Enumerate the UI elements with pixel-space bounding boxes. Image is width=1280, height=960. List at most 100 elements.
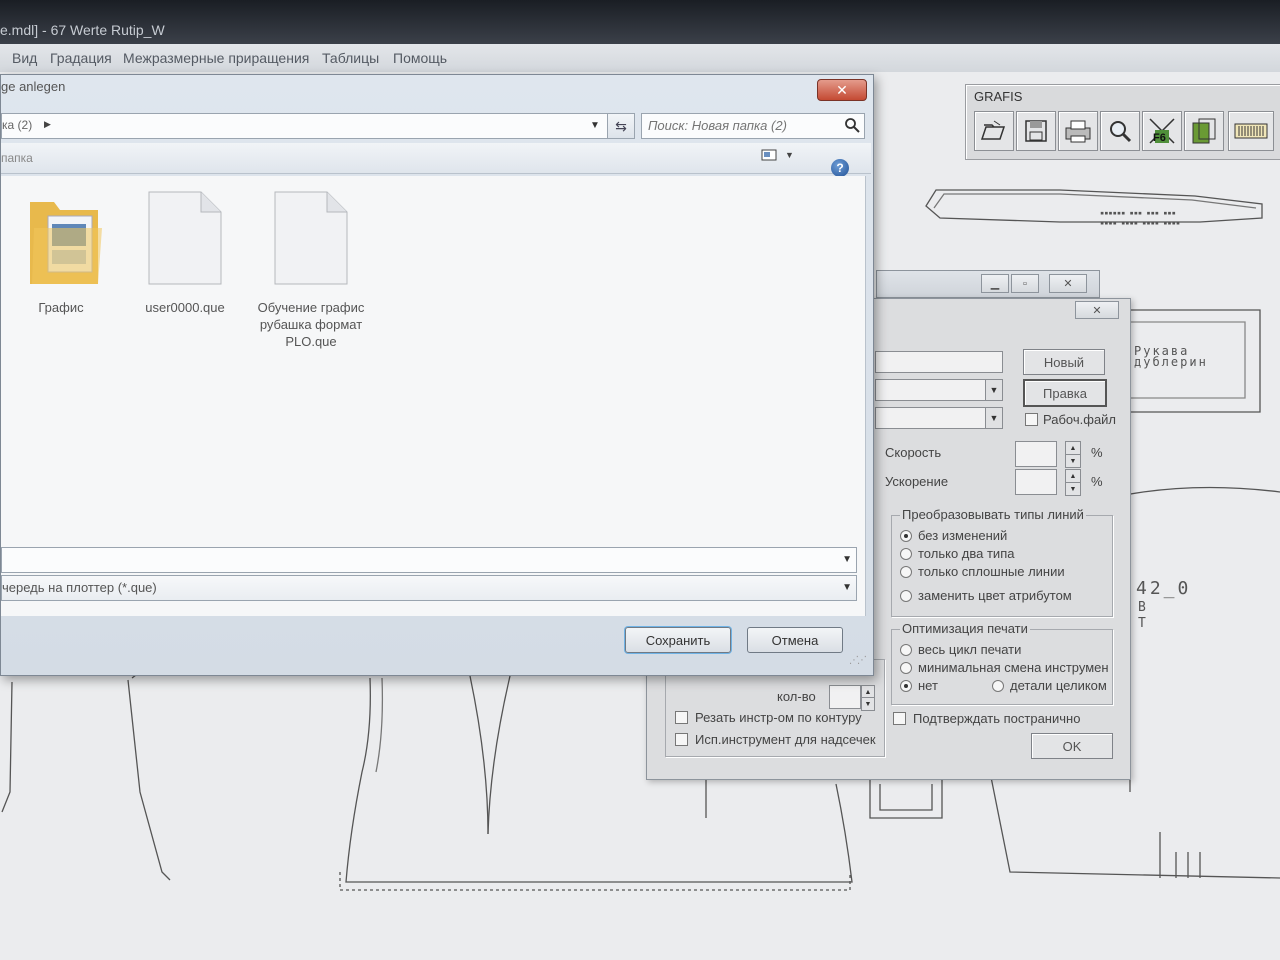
confirm-pages-checkbox[interactable] xyxy=(893,712,906,725)
accel-percent: % xyxy=(1091,474,1103,489)
count-input[interactable] xyxy=(829,685,861,709)
optimization-title: Оптимизация печати xyxy=(900,621,1030,636)
filename-input[interactable]: ▼ xyxy=(1,547,857,573)
minimize-button[interactable]: ▁ xyxy=(981,274,1009,293)
f6-label: F6 xyxy=(1153,132,1166,144)
optimization-option: минимальная смена инструмента xyxy=(918,660,1108,675)
cancel-button[interactable]: Отмена xyxy=(747,627,843,653)
work-file-checkbox[interactable] xyxy=(1025,413,1038,426)
radio-whole-parts[interactable] xyxy=(992,680,1004,692)
work-file-label: Рабоч.файл xyxy=(1043,412,1117,427)
chevron-down-icon: ▼ xyxy=(985,408,1002,428)
speed-percent: % xyxy=(1091,445,1103,460)
radio-no-change[interactable] xyxy=(900,530,912,542)
maximize-button[interactable]: ▫ xyxy=(1011,274,1039,293)
radio-full-cycle[interactable] xyxy=(900,644,912,656)
file-name: Обучение графис рубашка формат PLO.que xyxy=(257,300,365,349)
ok-button[interactable]: OK xyxy=(1031,733,1113,759)
chevron-down-icon: ▼ xyxy=(985,380,1002,400)
grafis-toolbar-title: GRAFIS xyxy=(974,89,1023,104)
plot-dialog-close-button[interactable]: ✕ xyxy=(1075,301,1119,319)
radio-min-tool-change[interactable] xyxy=(900,662,912,674)
radio-color-attribute[interactable] xyxy=(900,590,912,602)
barcode-tool-button[interactable] xyxy=(1228,111,1274,151)
filetype-value: чередь на плоттер (*.que) xyxy=(2,580,157,595)
confirm-pages-label: Подтверждать постранично xyxy=(913,711,1081,726)
menu-item-increments[interactable]: Межразмерные приращения xyxy=(123,50,309,66)
chevron-down-icon[interactable]: ▼ xyxy=(590,120,600,131)
accel-down-button[interactable]: ▼ xyxy=(1065,482,1081,496)
speed-label: Скорость xyxy=(885,445,942,460)
print-tool-button[interactable] xyxy=(1058,111,1098,151)
speed-up-button[interactable]: ▲ xyxy=(1065,441,1081,455)
radio-none[interactable] xyxy=(900,680,912,692)
svg-text:▪▪▪▪▪▪ ▪▪▪ ▪▪▪ ▪▪▪: ▪▪▪▪▪▪ ▪▪▪ ▪▪▪ ▪▪▪ xyxy=(1100,209,1176,217)
accel-input[interactable] xyxy=(1015,469,1057,495)
accel-label: Ускорение xyxy=(885,474,949,489)
close-button[interactable]: ✕ xyxy=(817,79,867,101)
speed-down-button[interactable]: ▼ xyxy=(1065,454,1081,468)
help-icon[interactable]: ? xyxy=(831,159,849,177)
menu-item-view[interactable]: Вид xyxy=(12,50,37,66)
fit-tool-button[interactable]: F6 xyxy=(1142,111,1182,151)
print-icon xyxy=(1065,120,1091,143)
count-down-button[interactable]: ▼ xyxy=(861,697,875,711)
save-file-dialog: ge anlegen ✕ ка (2) ▶ ▼ ⇆ папка ▼ ? Граф… xyxy=(0,74,874,676)
line-type-option: только два типа xyxy=(918,546,1015,561)
menu-item-help[interactable]: Помощь xyxy=(393,50,447,66)
optimization-group: Оптимизация печати весь цикл печати мини… xyxy=(891,621,1113,705)
layers-tool-button[interactable] xyxy=(1184,111,1224,151)
chevron-down-icon[interactable]: ▼ xyxy=(842,582,852,593)
file-item-training[interactable]: Обучение графис рубашка формат PLO.que xyxy=(249,188,373,350)
cut-contour-checkbox[interactable] xyxy=(675,711,688,724)
notch-tool-checkbox[interactable] xyxy=(675,733,688,746)
file-item-user0000[interactable]: user0000.que xyxy=(125,188,245,316)
chevron-down-icon[interactable]: ▼ xyxy=(842,554,852,565)
plot-window-close-button[interactable]: ✕ xyxy=(1049,274,1087,293)
view-icon xyxy=(761,149,777,161)
edit-button[interactable]: Правка xyxy=(1023,379,1107,407)
open-icon xyxy=(980,120,1006,140)
dialog-toolbar: папка ▼ xyxy=(1,143,871,174)
optimization-option: нет xyxy=(918,678,938,693)
layers-icon xyxy=(1192,118,1216,144)
barcode-icon xyxy=(1234,123,1268,139)
save-tool-button[interactable] xyxy=(1016,111,1056,151)
resize-grip-icon[interactable]: ⋰⋰ xyxy=(849,655,867,666)
breadcrumb-arrow-icon[interactable]: ▶ xyxy=(44,119,51,130)
line-types-group: Преобразовывать типы линий без изменений… xyxy=(891,507,1113,617)
refresh-button[interactable]: ⇆ xyxy=(607,113,635,139)
line-types-title: Преобразовывать типы линий xyxy=(900,507,1086,522)
open-tool-button[interactable] xyxy=(974,111,1014,151)
plot-window-titlebar: ▁ ▫ ✕ xyxy=(876,270,1100,298)
file-item-folder[interactable]: Графис xyxy=(1,188,121,316)
speed-input[interactable] xyxy=(1015,441,1057,467)
new-button[interactable]: Новый xyxy=(1023,349,1105,375)
accel-up-button[interactable]: ▲ xyxy=(1065,469,1081,483)
notch-tool-label: Исп.инструмент для надсечек xyxy=(695,732,876,747)
plot-name-field[interactable] xyxy=(875,351,1003,373)
zoom-icon xyxy=(1110,121,1132,143)
menu-item-tables[interactable]: Таблицы xyxy=(322,50,379,66)
menu-item-grading[interactable]: Градация xyxy=(50,50,112,66)
file-icon xyxy=(274,191,348,285)
save-button[interactable]: Сохранить xyxy=(625,627,731,653)
file-name: Графис xyxy=(38,300,84,315)
plot-port-combo[interactable]: ▼ xyxy=(875,407,1003,429)
breadcrumb[interactable]: ка (2) xyxy=(2,118,32,132)
filetype-select[interactable]: чередь на плоттер (*.que) ▼ xyxy=(1,575,857,601)
search-box[interactable] xyxy=(641,113,865,139)
line-type-option: только сплошные линии xyxy=(918,564,1065,579)
view-options-button[interactable]: ▼ xyxy=(761,149,794,161)
zoom-tool-button[interactable] xyxy=(1100,111,1140,151)
radio-two-types[interactable] xyxy=(900,548,912,560)
plot-device-combo[interactable]: ▼ xyxy=(875,379,1003,401)
search-input[interactable] xyxy=(648,116,828,134)
folder-icon xyxy=(30,202,102,284)
radio-solid-only[interactable] xyxy=(900,566,912,578)
whole-parts-label: детали целиком xyxy=(1010,678,1107,693)
search-icon[interactable] xyxy=(844,117,860,133)
address-bar[interactable]: ка (2) ▶ ▼ xyxy=(1,113,633,139)
minimize-icon: ▁ xyxy=(990,278,1000,290)
new-folder-button[interactable]: папка xyxy=(1,151,33,165)
